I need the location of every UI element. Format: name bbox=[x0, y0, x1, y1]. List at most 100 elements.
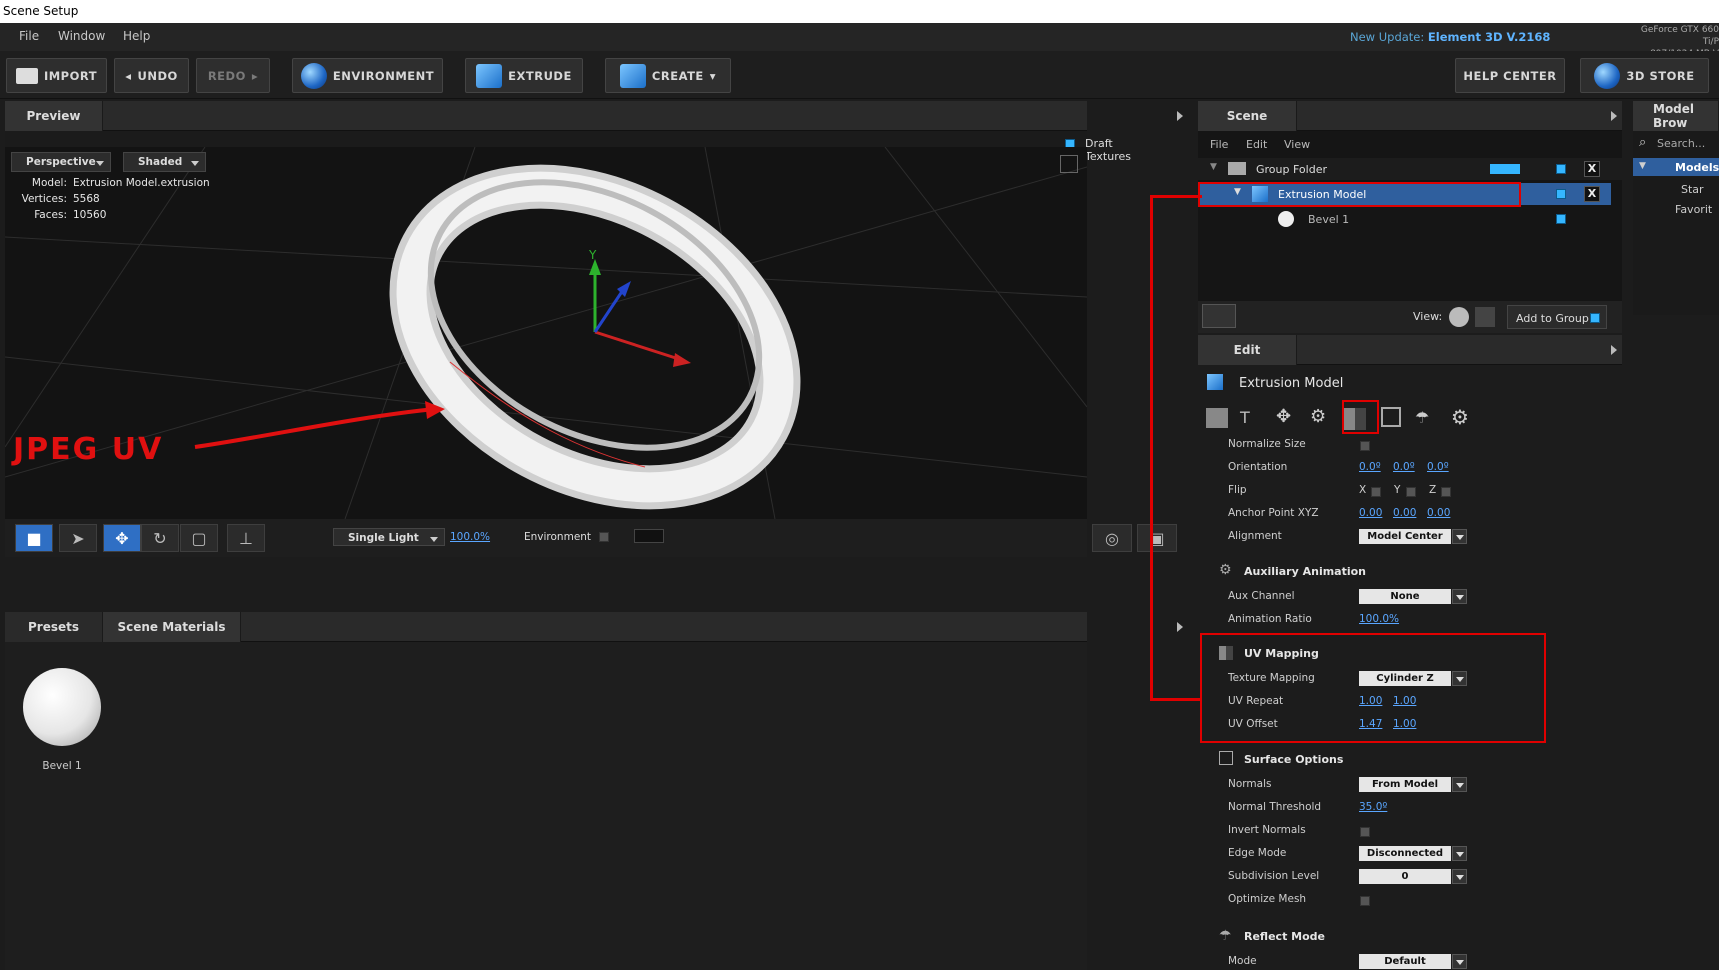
anchor-z[interactable]: 0.00 bbox=[1427, 507, 1450, 519]
scene-menu-view[interactable]: View bbox=[1284, 138, 1310, 151]
surface-options-icon[interactable] bbox=[1381, 407, 1401, 427]
uv-offset-v[interactable]: 1.00 bbox=[1393, 718, 1416, 730]
redo-button[interactable]: REDO ▸ bbox=[196, 58, 270, 93]
alignment-select[interactable]: Model Center bbox=[1359, 529, 1451, 544]
create-button[interactable]: CREATE ▾ bbox=[605, 58, 731, 93]
panel-arrow-icon[interactable] bbox=[1177, 111, 1183, 121]
scene-menu-file[interactable]: File bbox=[1210, 138, 1228, 151]
uv-mapping-heading[interactable]: UV Mapping bbox=[1244, 647, 1319, 660]
scene-menu-edit[interactable]: Edit bbox=[1246, 138, 1267, 151]
select-tool-icon[interactable]: ➤ bbox=[59, 524, 97, 552]
visibility-checkbox[interactable] bbox=[1556, 189, 1566, 199]
environment-checkbox[interactable] bbox=[599, 532, 609, 542]
reflect-mode-heading[interactable]: Reflect Mode bbox=[1244, 930, 1325, 943]
reflect-mode-select[interactable]: Default bbox=[1359, 954, 1451, 969]
texture-mapping-select[interactable]: Cylinder Z bbox=[1359, 671, 1451, 686]
camera-tool-icon[interactable]: ■ bbox=[15, 524, 53, 552]
orientation-x[interactable]: 0.0º bbox=[1359, 461, 1381, 473]
normal-threshold-value[interactable]: 35.0º bbox=[1359, 801, 1387, 813]
subdivision-level-select[interactable]: 0 bbox=[1359, 869, 1451, 884]
layers-icon[interactable] bbox=[1206, 408, 1228, 428]
tab-preview[interactable]: Preview bbox=[5, 101, 103, 131]
light-select[interactable]: Single Light bbox=[333, 528, 445, 546]
undo-button[interactable]: ◂ UNDO bbox=[114, 58, 189, 93]
shading-select[interactable]: Shaded bbox=[123, 152, 206, 172]
menu-help[interactable]: Help bbox=[123, 29, 150, 43]
model-folder-models[interactable]: ▼ Models bbox=[1633, 158, 1719, 176]
optimize-mesh-checkbox[interactable] bbox=[1360, 896, 1370, 906]
flip-x-checkbox[interactable] bbox=[1371, 487, 1381, 497]
chevron-down-icon[interactable] bbox=[1452, 846, 1467, 861]
tab-model-browser[interactable]: Model Brow bbox=[1633, 101, 1719, 131]
camera-select[interactable]: Perspective bbox=[11, 152, 111, 172]
screen-icon[interactable]: ▣ bbox=[1137, 524, 1177, 552]
uv-repeat-u[interactable]: 1.00 bbox=[1359, 695, 1382, 707]
anchor-x[interactable]: 0.00 bbox=[1359, 507, 1382, 519]
animation-ratio-value[interactable]: 100.0% bbox=[1359, 613, 1399, 625]
chevron-down-icon[interactable] bbox=[1452, 954, 1467, 969]
aux-animation-heading[interactable]: Auxiliary Animation bbox=[1244, 565, 1366, 578]
tab-presets[interactable]: Presets bbox=[5, 612, 103, 642]
edge-mode-select[interactable]: Disconnected bbox=[1359, 846, 1451, 861]
chevron-down-icon[interactable] bbox=[1452, 589, 1467, 604]
normalize-size-checkbox[interactable] bbox=[1360, 441, 1370, 451]
maximize-icon[interactable] bbox=[1060, 155, 1078, 173]
add-to-group-button[interactable]: Add to Group bbox=[1507, 305, 1607, 329]
scale-tool-icon[interactable]: ▢ bbox=[180, 524, 218, 552]
orientation-z[interactable]: 0.0º bbox=[1427, 461, 1449, 473]
add-folder-icon[interactable] bbox=[1202, 304, 1236, 328]
help-center-button[interactable]: HELP CENTER bbox=[1455, 58, 1565, 93]
uv-repeat-v[interactable]: 1.00 bbox=[1393, 695, 1416, 707]
tab-scene[interactable]: Scene bbox=[1198, 101, 1297, 131]
environment-swatch[interactable] bbox=[634, 529, 664, 543]
panel-arrow-icon[interactable] bbox=[1611, 111, 1617, 121]
target-icon[interactable]: ◎ bbox=[1092, 524, 1132, 552]
move-icon[interactable]: ✥ bbox=[1276, 406, 1291, 427]
scene-item-bevel[interactable]: Bevel 1 bbox=[1198, 208, 1611, 230]
search-input[interactable]: Search... bbox=[1657, 137, 1705, 150]
scene-item-group-folder[interactable]: ▼ Group Folder X bbox=[1198, 158, 1622, 180]
chevron-down-icon[interactable] bbox=[1452, 777, 1467, 792]
aux-channel-select[interactable]: None bbox=[1359, 589, 1451, 604]
material-sphere[interactable] bbox=[23, 668, 101, 746]
rotate-tool-icon[interactable]: ↻ bbox=[141, 524, 179, 552]
settings-gear-icon[interactable]: ⚙ bbox=[1451, 405, 1469, 429]
light-intensity[interactable]: 100.0% bbox=[450, 531, 490, 543]
3d-store-button[interactable]: 3D STORE bbox=[1580, 58, 1709, 93]
text-tool-icon[interactable]: T bbox=[1240, 408, 1250, 427]
menu-window[interactable]: Window bbox=[58, 29, 105, 43]
extrude-button[interactable]: EXTRUDE bbox=[465, 58, 583, 93]
normals-select[interactable]: From Model bbox=[1359, 777, 1451, 792]
animation-gear-icon[interactable]: ⚙ bbox=[1310, 406, 1326, 427]
model-folder-star[interactable]: Star bbox=[1681, 183, 1704, 196]
panel-arrow-icon[interactable] bbox=[1611, 345, 1617, 355]
visibility-checkbox[interactable] bbox=[1556, 214, 1566, 224]
surface-options-heading[interactable]: Surface Options bbox=[1244, 753, 1343, 766]
3d-viewport[interactable]: Y Perspective Shaded Model: Extrusion Mo… bbox=[5, 147, 1087, 519]
chevron-down-icon[interactable] bbox=[1452, 529, 1467, 544]
reflect-icon[interactable]: ☂ bbox=[1415, 408, 1429, 427]
move-tool-icon[interactable]: ✥ bbox=[103, 524, 141, 552]
orientation-y[interactable]: 0.0º bbox=[1393, 461, 1415, 473]
chevron-down-icon[interactable] bbox=[1452, 671, 1467, 686]
panel-arrow-icon[interactable] bbox=[1177, 622, 1183, 632]
tab-edit[interactable]: Edit bbox=[1198, 335, 1297, 365]
group-color-swatch[interactable] bbox=[1490, 164, 1520, 174]
chevron-down-icon[interactable] bbox=[1452, 869, 1467, 884]
visibility-checkbox[interactable] bbox=[1556, 164, 1566, 174]
anchor-y[interactable]: 0.00 bbox=[1393, 507, 1416, 519]
update-notice[interactable]: New Update: Element 3D V.2168 bbox=[1350, 30, 1550, 44]
tab-scene-materials[interactable]: Scene Materials bbox=[103, 612, 241, 642]
expand-icon[interactable]: ▼ bbox=[1210, 162, 1217, 172]
axis-tool-icon[interactable]: ⊥ bbox=[227, 524, 265, 552]
invert-normals-checkbox[interactable] bbox=[1360, 827, 1370, 837]
view-shaded-icon[interactable] bbox=[1449, 307, 1469, 327]
view-wire-icon[interactable] bbox=[1475, 307, 1495, 327]
flip-z-checkbox[interactable] bbox=[1441, 487, 1451, 497]
flip-y-checkbox[interactable] bbox=[1406, 487, 1416, 497]
environment-button[interactable]: ENVIRONMENT bbox=[292, 58, 443, 93]
menu-file[interactable]: File bbox=[19, 29, 39, 43]
import-button[interactable]: IMPORT bbox=[6, 58, 107, 93]
model-folder-favorites[interactable]: Favorit bbox=[1675, 203, 1712, 216]
uv-offset-u[interactable]: 1.47 bbox=[1359, 718, 1382, 730]
